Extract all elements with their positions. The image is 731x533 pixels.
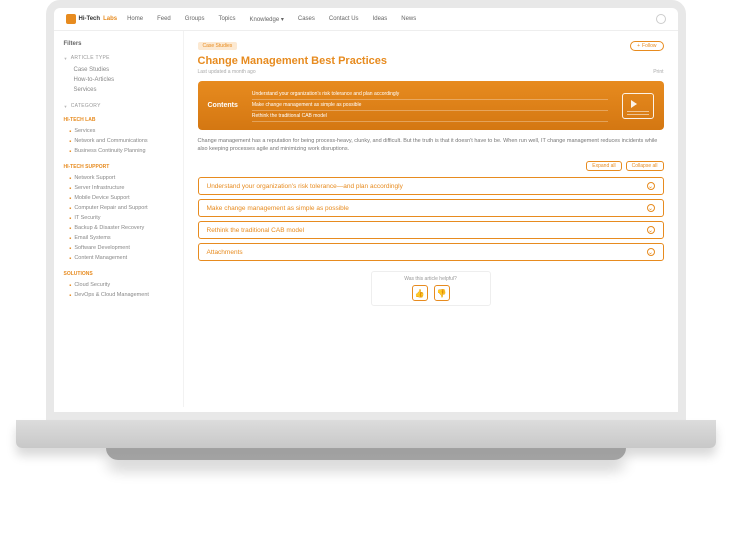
- section-accordion[interactable]: Rethink the traditional CAB model ⌄: [198, 221, 664, 239]
- nav-cases[interactable]: Cases: [298, 16, 315, 23]
- nav-home[interactable]: Home: [127, 16, 143, 23]
- nav-contact-us[interactable]: Contact Us: [329, 16, 359, 23]
- expand-icon: ⌄: [647, 182, 655, 190]
- sidebar: Filters ARTICLE TYPE Case StudiesHow-to-…: [54, 31, 184, 407]
- print-link[interactable]: Print: [653, 69, 663, 75]
- nav-knowledge-[interactable]: Knowledge ▾: [249, 16, 283, 23]
- logo-icon: [66, 14, 76, 24]
- sidebar-category: SOLUTIONS: [64, 271, 173, 277]
- helpful-box: Was this article helpful? 👍 👎: [371, 271, 491, 306]
- description: Change management has a reputation for b…: [198, 138, 664, 153]
- collapse-all-button[interactable]: Collapse all: [626, 161, 664, 171]
- contents-item[interactable]: Understand your organization's risk tole…: [252, 89, 608, 100]
- thumbs-up-button[interactable]: 👍: [412, 285, 428, 301]
- breadcrumb[interactable]: Case Studies: [198, 42, 238, 50]
- expand-icon: ⌄: [647, 248, 655, 256]
- sidebar-link[interactable]: Cloud Security: [64, 280, 173, 290]
- sidebar-link[interactable]: Network and Communications: [64, 136, 173, 146]
- expand-icon: ⌄: [647, 204, 655, 212]
- nav-news[interactable]: News: [401, 16, 416, 23]
- contents-label: Contents: [208, 102, 238, 109]
- category-head[interactable]: CATEGORY: [64, 103, 173, 109]
- avatar[interactable]: [656, 14, 666, 24]
- sidebar-link[interactable]: Business Continuity Planning: [64, 146, 173, 156]
- thumbs-down-button[interactable]: 👎: [434, 285, 450, 301]
- main-content: Case Studies Follow Change Management Be…: [184, 31, 678, 407]
- header: Hi-Tech Labs Home Feed Groups Topics Knowled…: [54, 8, 678, 31]
- sidebar-link[interactable]: Software Development: [64, 243, 173, 253]
- contents-item[interactable]: Rethink the traditional CAB model: [252, 111, 608, 122]
- filters-title: Filters: [64, 41, 173, 47]
- nav: Home Feed Groups Topics Knowledge ▾ Cases Cont…: [127, 16, 645, 23]
- nav-topics[interactable]: Topics: [218, 16, 235, 23]
- section-accordion[interactable]: Make change management as simple as poss…: [198, 199, 664, 217]
- sidebar-category: HI-TECH SUPPORT: [64, 164, 173, 170]
- sidebar-link[interactable]: DevOps & Cloud Management: [64, 290, 173, 300]
- article-type-head[interactable]: ARTICLE TYPE: [64, 55, 173, 61]
- sidebar-link[interactable]: Services: [64, 126, 173, 136]
- book-icon: [622, 93, 654, 119]
- updated-text: Last updated a month ago: [198, 69, 256, 75]
- section-accordion[interactable]: Understand your organization's risk tole…: [198, 177, 664, 195]
- sidebar-category: HI-TECH LAB: [64, 117, 173, 123]
- follow-button[interactable]: Follow: [630, 41, 663, 51]
- section-accordion[interactable]: Attachments ⌄: [198, 243, 664, 261]
- sidebar-link[interactable]: Network Support: [64, 173, 173, 183]
- sidebar-link[interactable]: Computer Repair and Support: [64, 203, 173, 213]
- expand-all-button[interactable]: Expand all: [586, 161, 621, 171]
- nav-ideas[interactable]: Ideas: [373, 16, 388, 23]
- contents-box: Contents Understand your organization's …: [198, 81, 664, 130]
- nav-feed[interactable]: Feed: [157, 16, 171, 23]
- sidebar-item[interactable]: Case Studies: [64, 65, 173, 75]
- section-title: Attachments: [207, 249, 243, 256]
- expand-icon: ⌄: [647, 226, 655, 234]
- sidebar-link[interactable]: Backup & Disaster Recovery: [64, 223, 173, 233]
- logo-accent: Labs: [103, 16, 117, 22]
- section-title: Understand your organization's risk tole…: [207, 183, 403, 190]
- section-title: Rethink the traditional CAB model: [207, 227, 305, 234]
- sidebar-link[interactable]: Email Systems: [64, 233, 173, 243]
- contents-item[interactable]: Make change management as simple as poss…: [252, 100, 608, 111]
- nav-groups[interactable]: Groups: [185, 16, 205, 23]
- sidebar-link[interactable]: Mobile Device Support: [64, 193, 173, 203]
- section-title: Make change management as simple as poss…: [207, 205, 349, 212]
- logo-brand: Hi-Tech: [79, 16, 101, 22]
- sidebar-link[interactable]: Content Management: [64, 253, 173, 263]
- sidebar-item[interactable]: How-to-Articles: [64, 75, 173, 85]
- helpful-question: Was this article helpful?: [376, 276, 486, 282]
- page-title: Change Management Best Practices: [198, 55, 664, 67]
- sidebar-link[interactable]: IT Security: [64, 213, 173, 223]
- logo[interactable]: Hi-Tech Labs: [66, 14, 118, 24]
- sidebar-item[interactable]: Services: [64, 85, 173, 95]
- sidebar-link[interactable]: Server Infrastructure: [64, 183, 173, 193]
